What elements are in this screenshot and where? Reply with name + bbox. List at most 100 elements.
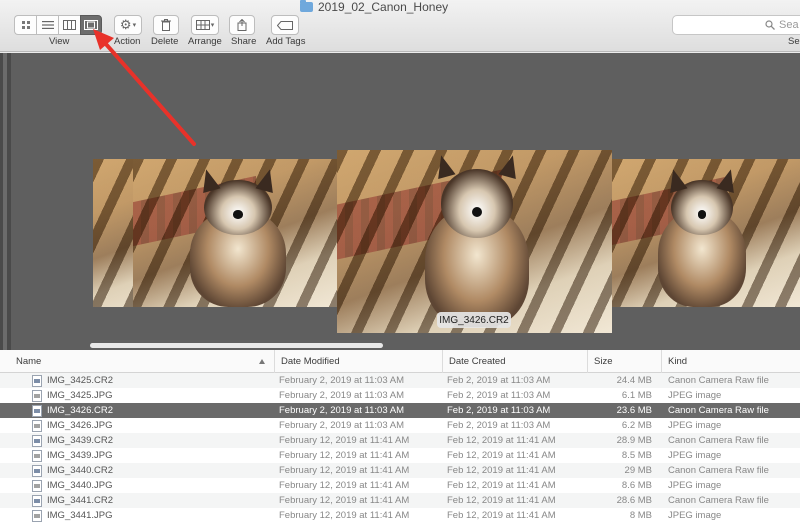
file-list: Name Date Modified Date Created Size Kin…	[0, 350, 800, 527]
column-header-name[interactable]: Name	[0, 350, 274, 373]
date-modified: February 2, 2019 at 11:03 AM	[279, 420, 404, 431]
column-header-kind[interactable]: Kind	[661, 350, 800, 373]
share-label: Share	[231, 36, 257, 47]
file-name: IMG_3441.JPG	[47, 510, 113, 521]
date-modified: February 2, 2019 at 11:03 AM	[279, 405, 404, 416]
trash-icon	[161, 19, 171, 31]
date-modified: February 2, 2019 at 11:03 AM	[279, 390, 404, 401]
tag-icon	[277, 20, 293, 30]
arrange-button[interactable]: ▾	[191, 15, 219, 35]
file-size: 6.2 MB	[621, 420, 652, 431]
dog-image	[647, 167, 757, 307]
share-button[interactable]	[229, 15, 255, 35]
file-name: IMG_3425.CR2	[47, 375, 114, 386]
file-size: 6.1 MB	[621, 390, 652, 401]
date-modified: February 12, 2019 at 11:41 AM	[279, 510, 410, 521]
icon-view-icon	[21, 21, 30, 29]
date-modified: February 12, 2019 at 11:41 AM	[279, 435, 410, 446]
table-row[interactable]: IMG_3440.JPG February 12, 2019 at 11:41 A…	[0, 478, 800, 493]
date-created: Feb 2, 2019 at 11:03 AM	[447, 405, 551, 416]
gear-icon: ⚙	[119, 17, 132, 32]
grid-arrange-icon	[195, 20, 210, 30]
date-created: Feb 2, 2019 at 11:03 AM	[447, 390, 551, 401]
file-size: 23.6 MB	[616, 405, 652, 416]
file-kind: Canon Camera Raw file	[668, 405, 769, 416]
file-size: 8 MB	[629, 510, 652, 521]
sort-ascending-icon	[259, 359, 265, 364]
file-kind: Canon Camera Raw file	[668, 435, 769, 446]
delete-label: Delete	[151, 36, 179, 47]
file-kind: JPEG image	[668, 510, 722, 521]
delete-button[interactable]	[153, 15, 179, 35]
add-tags-label: Add Tags	[266, 36, 306, 47]
window-title: 2019_02_Canon_Honey	[300, 0, 448, 14]
table-row[interactable]: IMG_3425.CR2 February 2, 2019 at 11:03 AM…	[0, 373, 800, 388]
icon-view-button[interactable]	[14, 15, 36, 35]
column-header-date-modified[interactable]: Date Modified	[274, 350, 442, 373]
date-created: Feb 2, 2019 at 11:03 AM	[447, 420, 551, 431]
table-row[interactable]: IMG_3441.JPG February 12, 2019 at 11:41 A…	[0, 508, 800, 523]
date-created: Feb 12, 2019 at 11:41 AM	[447, 510, 556, 521]
date-created: Feb 12, 2019 at 11:41 AM	[447, 465, 556, 476]
list-view-button[interactable]	[36, 15, 58, 35]
search-label: Se	[788, 36, 800, 47]
column-header-size[interactable]: Size	[587, 350, 661, 373]
add-tags-button[interactable]	[271, 15, 299, 35]
date-modified: February 12, 2019 at 11:41 AM	[279, 450, 410, 461]
date-modified: February 12, 2019 at 11:41 AM	[279, 480, 410, 491]
search-field[interactable]: Sea	[672, 15, 800, 35]
table-row[interactable]: IMG_3426.JPG February 2, 2019 at 11:03 AM…	[0, 418, 800, 433]
gallery-view-icon	[84, 20, 98, 30]
date-created: Feb 12, 2019 at 11:41 AM	[447, 435, 556, 446]
search-icon	[765, 20, 775, 30]
file-name: IMG_3426.JPG	[47, 420, 113, 431]
file-kind: Canon Camera Raw file	[668, 495, 769, 506]
selected-photo[interactable]	[337, 150, 612, 333]
date-modified: February 12, 2019 at 11:41 AM	[279, 465, 410, 476]
date-modified: February 12, 2019 at 11:41 AM	[279, 495, 410, 506]
table-row[interactable]: IMG_3440.CR2 February 12, 2019 at 11:41 A…	[0, 463, 800, 478]
jpeg-file-icon	[32, 510, 42, 522]
gallery-scrollbar[interactable]	[90, 343, 383, 348]
sidebar-edge	[0, 53, 11, 350]
date-created: Feb 12, 2019 at 11:41 AM	[447, 450, 556, 461]
file-size: 29 MB	[624, 465, 652, 476]
view-label: View	[49, 36, 70, 47]
thumbnail-photo[interactable]	[133, 159, 338, 307]
raw-file-icon	[32, 375, 42, 387]
file-kind: Canon Camera Raw file	[668, 465, 769, 476]
action-button[interactable]: ⚙ ▾	[114, 15, 142, 35]
column-header-date-created[interactable]: Date Created	[442, 350, 587, 373]
file-rows: IMG_3425.CR2 February 2, 2019 at 11:03 AM…	[0, 373, 800, 523]
table-row[interactable]: IMG_3441.CR2 February 12, 2019 at 11:41 A…	[0, 493, 800, 508]
jpeg-file-icon	[32, 420, 42, 432]
gallery-view-button[interactable]	[80, 15, 102, 35]
table-row[interactable]: IMG_3426.CR2 February 2, 2019 at 11:03 AM…	[0, 403, 800, 418]
table-row[interactable]: IMG_3439.JPG February 12, 2019 at 11:41 A…	[0, 448, 800, 463]
file-size: 8.5 MB	[621, 450, 652, 461]
arrange-label: Arrange	[188, 36, 222, 47]
column-view-button[interactable]	[58, 15, 80, 35]
file-kind: Canon Camera Raw file	[668, 375, 769, 386]
gallery-preview	[0, 53, 800, 350]
table-row[interactable]: IMG_3439.CR2 February 12, 2019 at 11:41 A…	[0, 433, 800, 448]
toolbar: 2019_02_Canon_Honey View ⚙ ▾ Action Dele…	[0, 0, 800, 52]
list-view-icon	[41, 21, 54, 29]
date-created: Feb 12, 2019 at 11:41 AM	[447, 495, 556, 506]
file-name: IMG_3425.JPG	[47, 390, 113, 401]
file-size: 28.9 MB	[616, 435, 652, 446]
dog-image	[412, 153, 542, 327]
jpeg-file-icon	[32, 480, 42, 492]
list-header: Name Date Modified Date Created Size Kin…	[0, 350, 800, 373]
window-title-text: 2019_02_Canon_Honey	[318, 0, 449, 14]
action-label: Action	[114, 36, 141, 47]
column-view-icon	[63, 20, 76, 30]
thumbnail-photo[interactable]	[612, 159, 800, 307]
table-row[interactable]: IMG_3425.JPG February 2, 2019 at 11:03 AM…	[0, 388, 800, 403]
dog-image	[178, 167, 298, 307]
jpeg-file-icon	[32, 450, 42, 462]
date-created: Feb 2, 2019 at 11:03 AM	[447, 375, 551, 386]
file-size: 24.4 MB	[616, 375, 652, 386]
file-kind: JPEG image	[668, 390, 722, 401]
view-mode-segmented	[14, 15, 102, 35]
